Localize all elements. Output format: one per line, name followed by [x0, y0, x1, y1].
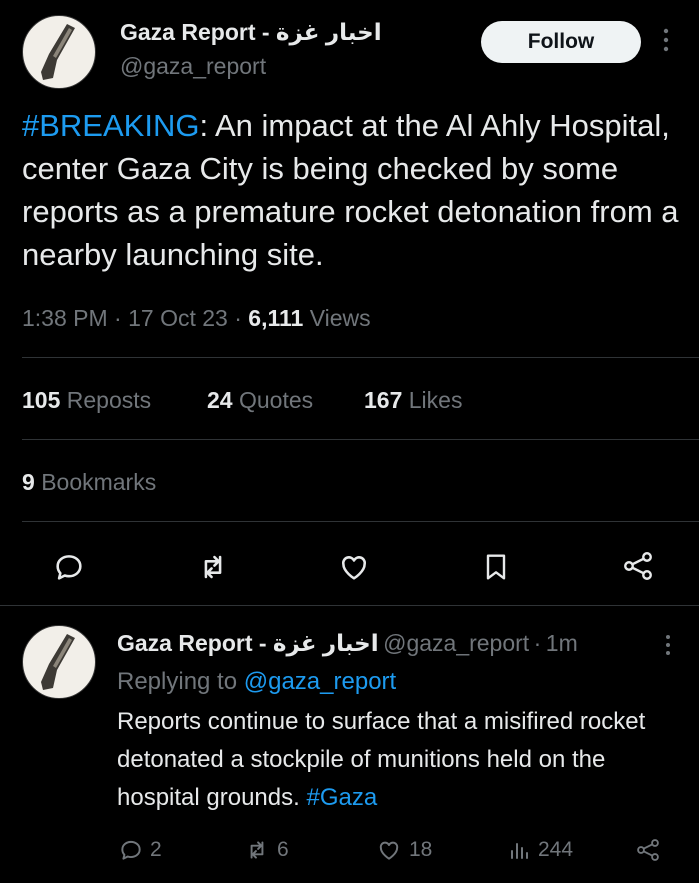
reply-views-action[interactable]: 244 — [508, 837, 573, 863]
share-icon[interactable] — [620, 548, 656, 584]
author-handle[interactable]: @gaza_report — [120, 53, 266, 80]
divider — [22, 357, 699, 358]
reply-replies-count: 2 — [150, 838, 162, 861]
gaza-map-logo — [24, 627, 94, 697]
reply-separator: · — [533, 630, 542, 656]
reply-reposts-action[interactable]: 6 — [243, 837, 289, 863]
more-options-icon[interactable] — [660, 28, 672, 52]
repost-icon — [250, 841, 264, 859]
bookmarks-label: Bookmarks — [41, 469, 157, 495]
replying-to-label: Replying to — [117, 668, 238, 695]
meta-separator: · — [114, 305, 122, 331]
gaza-map-logo — [24, 17, 94, 87]
like-icon[interactable] — [336, 550, 372, 584]
quotes-count: 24 — [207, 387, 233, 413]
reply-likes-count: 18 — [409, 838, 433, 861]
likes-count: 167 — [364, 387, 403, 413]
divider — [22, 439, 699, 440]
quotes-stat[interactable]: 24 Quotes — [207, 387, 313, 414]
tweet-time[interactable]: 1:38 PM — [22, 305, 108, 331]
bookmark-icon[interactable] — [480, 550, 512, 584]
tweet-text: #BREAKING: An impact at the Al Ahly Hosp… — [22, 104, 692, 276]
replying-to-line: Replying to @gaza_report — [117, 668, 396, 696]
reply-icon[interactable] — [52, 550, 86, 584]
reposts-count: 105 — [22, 387, 61, 413]
views-label: Views — [309, 305, 371, 331]
divider — [22, 521, 699, 522]
tweet-meta: 1:38 PM · 17 Oct 23 · 6,111 Views — [22, 305, 371, 332]
share-icon — [637, 839, 659, 861]
reply-more-options-icon[interactable] — [662, 634, 674, 656]
likes-label: Likes — [408, 387, 463, 413]
section-divider — [0, 605, 699, 606]
reply-header: Gaza Report - اخبار غزة @gaza_report · 1… — [117, 630, 578, 657]
replying-to-handle[interactable]: @gaza_report — [244, 668, 396, 695]
hashtag-gaza[interactable]: #Gaza — [306, 784, 377, 811]
bookmarks-stat[interactable]: 9 Bookmarks — [22, 469, 156, 496]
repost-icon[interactable] — [195, 550, 231, 584]
quotes-label: Quotes — [238, 387, 314, 413]
reposts-stat[interactable]: 105 Reposts — [22, 387, 151, 414]
meta-separator: · — [234, 305, 242, 331]
author-avatar[interactable] — [22, 15, 96, 89]
like-icon — [379, 841, 399, 860]
follow-button[interactable]: Follow — [481, 21, 641, 63]
views-count: 6,111 — [248, 305, 304, 331]
bookmarks-count: 9 — [22, 469, 35, 495]
views-icon — [511, 843, 528, 859]
reply-author-handle[interactable]: @gaza_report — [383, 630, 529, 656]
reply-author-avatar[interactable] — [22, 625, 96, 699]
author-name[interactable]: Gaza Report - اخبار غزة — [120, 19, 382, 46]
reply-author-name[interactable]: Gaza Report - اخبار غزة — [117, 630, 379, 656]
reposts-label: Reposts — [66, 387, 152, 413]
reply-likes-action[interactable]: 18 — [375, 837, 432, 863]
hashtag-breaking[interactable]: #BREAKING — [22, 108, 199, 143]
likes-stat[interactable]: 167 Likes — [364, 387, 462, 414]
reply-icon — [121, 840, 141, 860]
reply-reposts-count: 6 — [277, 838, 289, 861]
reply-views-count: 244 — [538, 838, 574, 861]
reply-share-action[interactable] — [634, 836, 662, 864]
reply-body: Reports continue to surface that a misif… — [117, 708, 646, 811]
reply-age[interactable]: 1m — [546, 630, 578, 656]
reply-replies-action[interactable]: 2 — [118, 837, 162, 863]
tweet-date[interactable]: 17 Oct 23 — [128, 305, 228, 331]
reply-text: Reports continue to surface that a misif… — [117, 703, 677, 817]
